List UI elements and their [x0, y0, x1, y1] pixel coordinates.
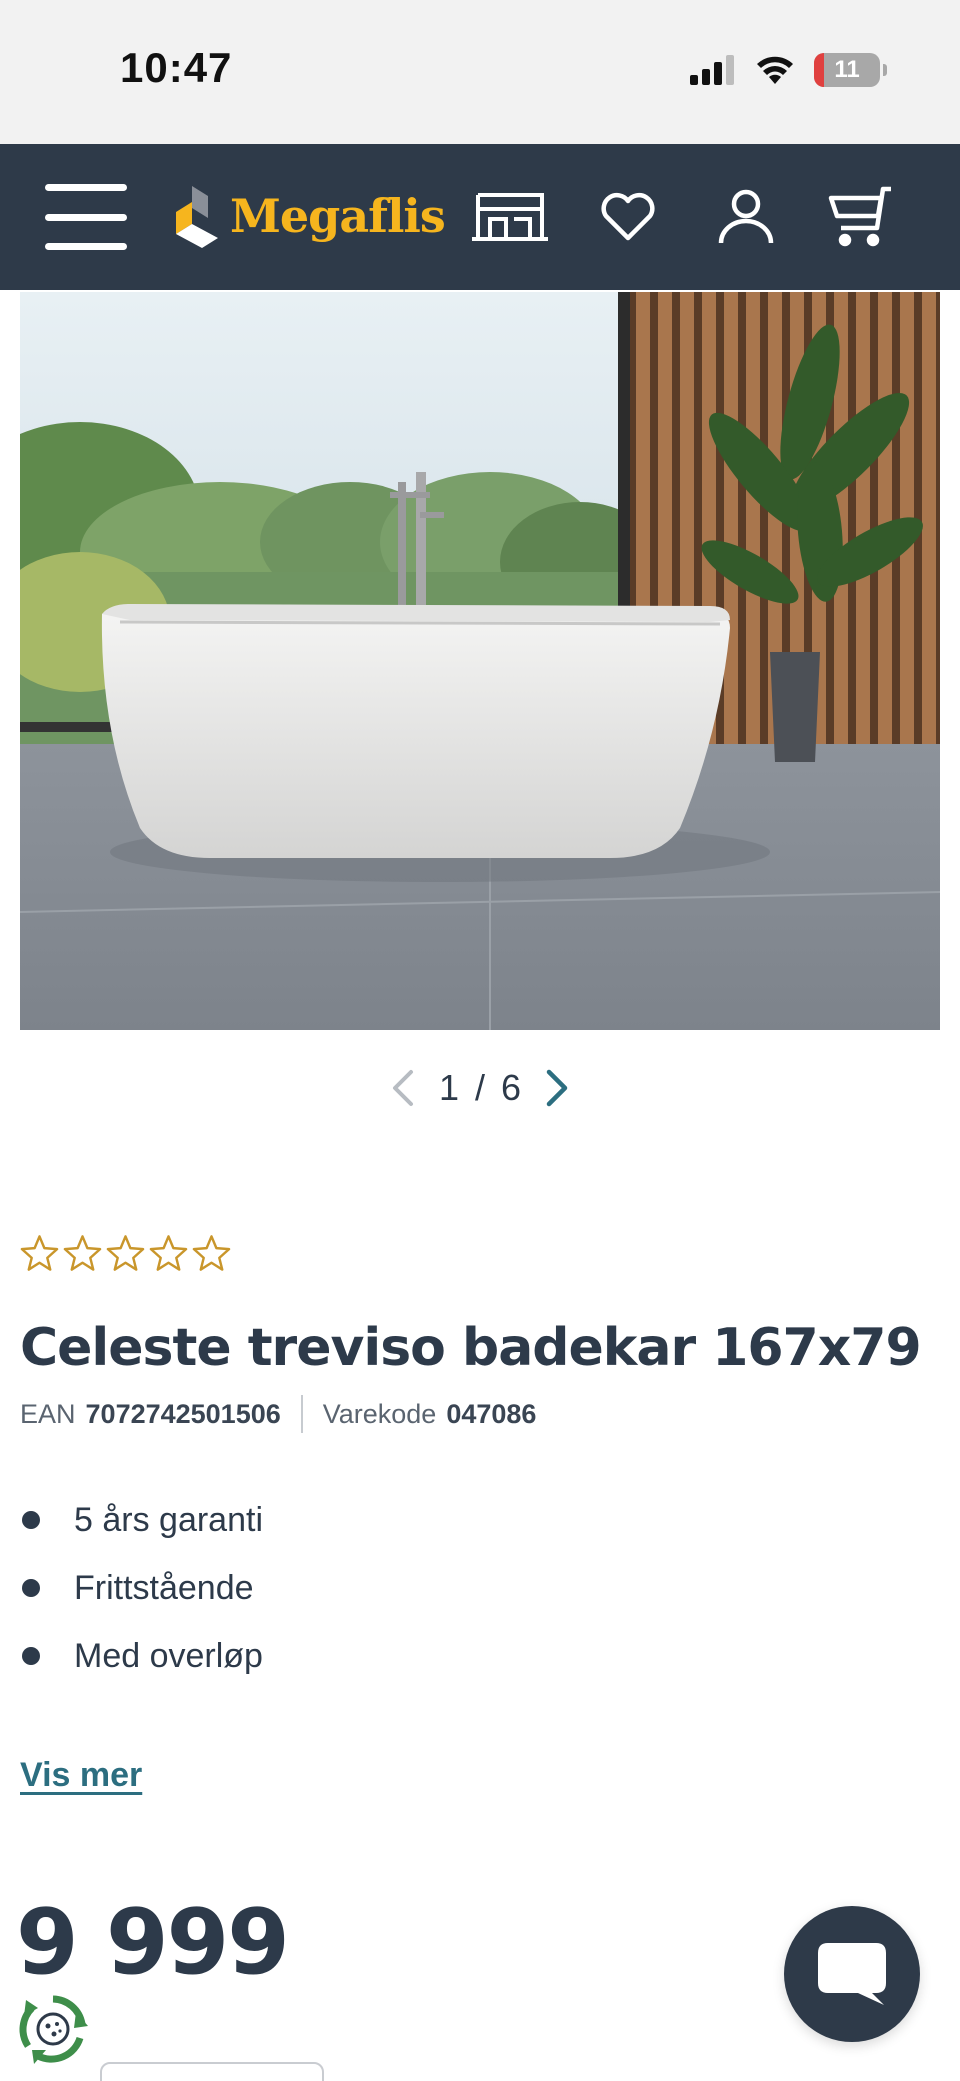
battery-icon: 11	[814, 53, 887, 87]
star-icon[interactable]	[106, 1234, 145, 1272]
codes-divider	[300, 1395, 303, 1433]
product-image[interactable]	[20, 292, 940, 1030]
site-header: Megaflis	[0, 144, 960, 290]
feature-item: Med overløp	[22, 1622, 263, 1690]
product-codes: EAN 7072742501506 Varekode 047086	[20, 1395, 537, 1433]
star-icon[interactable]	[20, 1234, 59, 1272]
product-price: 9 999	[16, 1890, 290, 1995]
battery-level: 11	[834, 56, 860, 83]
heart-icon[interactable]	[588, 182, 668, 252]
status-icons: 11	[690, 50, 887, 90]
logo-mark-icon	[176, 186, 218, 248]
cellular-signal-icon	[690, 55, 734, 85]
eco-recycle-icon	[19, 1995, 88, 2064]
hamburger-menu-icon[interactable]	[44, 184, 128, 250]
status-bar: 10:47 11	[0, 0, 960, 144]
ean-label: EAN	[20, 1398, 76, 1429]
product-title: Celeste treviso badekar 167x79	[20, 1318, 922, 1378]
rating-stars[interactable]	[20, 1234, 231, 1272]
bullet-dot	[22, 1647, 40, 1665]
gallery-pager: 1 / 6	[380, 1060, 580, 1116]
bullet-dot	[22, 1511, 40, 1529]
star-icon[interactable]	[149, 1234, 188, 1272]
feature-list: 5 års garanti Frittstående Med overløp	[22, 1486, 263, 1690]
status-time: 10:47	[120, 44, 233, 91]
pager-separator: /	[474, 1067, 485, 1108]
cart-icon[interactable]	[820, 182, 900, 252]
pager-total: 6	[501, 1067, 522, 1108]
chat-button[interactable]	[784, 1906, 920, 2042]
ean-value: 7072742501506	[85, 1398, 281, 1429]
feature-text: 5 års garanti	[74, 1500, 263, 1539]
show-more-link[interactable]: Vis mer	[20, 1756, 142, 1795]
site-logo[interactable]: Megaflis	[172, 180, 446, 252]
star-icon[interactable]	[63, 1234, 102, 1272]
store-icon[interactable]	[470, 182, 550, 252]
user-icon[interactable]	[706, 182, 786, 252]
feature-item: 5 års garanti	[22, 1486, 263, 1554]
wifi-icon	[757, 56, 793, 84]
varekode-label: Varekode	[322, 1398, 437, 1429]
chat-bubble-icon	[818, 1943, 886, 2005]
varekode-value: 047086	[446, 1398, 537, 1429]
next-image-button[interactable]	[537, 1060, 577, 1116]
feature-text: Frittstående	[74, 1568, 254, 1607]
prev-image-button[interactable]	[383, 1060, 423, 1116]
pager-current: 1	[438, 1067, 459, 1108]
logo-text: Megaflis	[230, 189, 446, 243]
feature-item: Frittstående	[22, 1554, 263, 1622]
star-icon[interactable]	[192, 1234, 231, 1272]
feature-text: Med overløp	[74, 1636, 263, 1675]
bullet-dot	[22, 1579, 40, 1597]
quantity-input-box[interactable]	[100, 2062, 324, 2081]
bathtub-photo	[20, 292, 940, 1030]
